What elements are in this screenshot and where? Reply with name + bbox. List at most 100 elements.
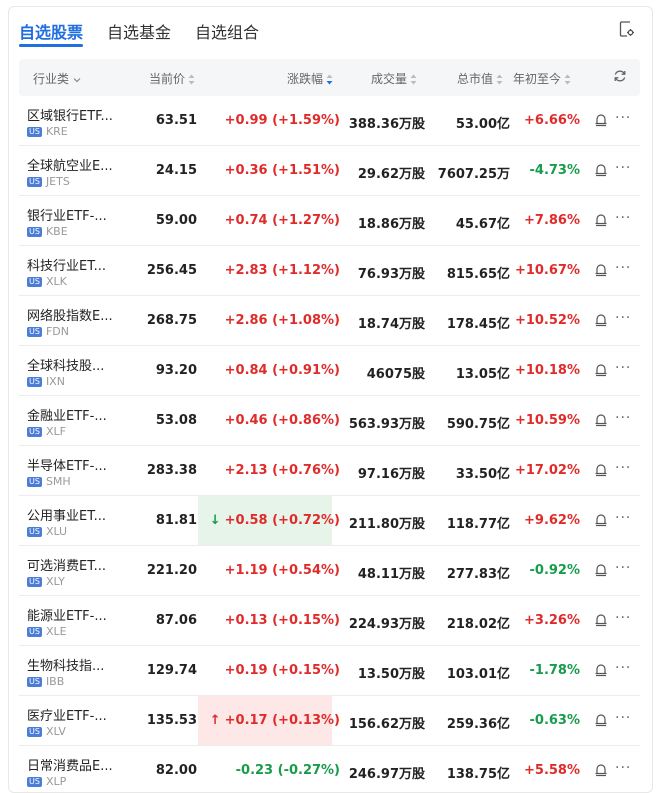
tab-funds[interactable]: 自选基金 [107,19,171,43]
sort-market-cap[interactable]: 总市值 [457,70,503,87]
stock-name[interactable]: 科技行业ET... [27,255,106,274]
stock-code-line: US XLP [27,775,66,788]
stock-code-line: US XLF [27,425,66,438]
sort-ytd[interactable]: 年初至今 [513,70,571,87]
refresh-icon[interactable] [613,69,627,86]
price-alert-icon[interactable] [593,612,609,628]
table-row[interactable]: 生物科技指... US IBB 129.74 +0.19 (+0.15%) 13.… [19,646,640,696]
price-alert-icon[interactable] [593,262,609,278]
change-cell: +0.46 (+0.86%) [225,413,340,428]
table-row[interactable]: 金融业ETF-... US XLF 53.08 +0.46 (+0.86%) 56… [19,396,640,446]
ytd-cell: +9.62% [524,513,580,528]
price-cell: 221.20 [146,563,197,578]
stock-name[interactable]: 公用事业ET... [27,505,106,524]
stock-name[interactable]: 日常消费品E... [27,755,113,774]
price-alert-icon[interactable] [593,312,609,328]
ytd-cell: +5.58% [524,763,580,778]
table-row[interactable]: 半导体ETF-... US SMH 283.38 +2.13 (+0.76%) 9… [19,446,640,496]
stock-name[interactable]: 网络股指数E... [27,305,113,324]
price-alert-icon[interactable] [593,712,609,728]
stock-code: XLV [45,725,66,738]
sort-icon [188,74,195,85]
industry-filter[interactable]: 行业类 [33,70,82,87]
change-cell: +0.84 (+0.91%) [225,363,340,378]
table-row[interactable]: 网络股指数E... US FDN 268.75 +2.86 (+1.08%) 18… [19,296,640,346]
stock-name[interactable]: 全球航空业E... [27,155,113,174]
table-row[interactable]: 医疗业ETF-... US XLV 135.53 ↑ +0.17 (+0.13%) … [19,696,640,746]
sort-icon [496,74,503,85]
more-options-icon[interactable]: ··· [615,460,633,478]
more-options-icon[interactable]: ··· [615,260,633,278]
more-options-icon[interactable]: ··· [615,510,633,528]
volume-cell: 13.50万股 [357,667,425,682]
sort-volume[interactable]: 成交量 [371,70,417,87]
price-alert-icon[interactable] [593,412,609,428]
table-row[interactable]: 区域银行ETF... US KRE 63.51 +0.99 (+1.59%) 38… [19,96,640,146]
stock-code: XLP [45,775,67,788]
change-cell: +0.99 (+1.59%) [225,113,340,128]
price-alert-icon[interactable] [593,212,609,228]
table-row[interactable]: 全球航空业E... US JETS 24.15 +0.36 (+1.51%) 29… [19,146,640,196]
tab-portfolios[interactable]: 自选组合 [195,19,259,43]
change-cell: ↓ +0.58 (+0.72%) [210,513,340,528]
edit-settings-icon[interactable] [618,20,636,38]
sort-change[interactable]: 涨跌幅 [287,70,333,87]
change-value: +0.84 (+0.91%) [224,363,340,378]
tab-stocks[interactable]: 自选股票 [19,19,83,43]
volume-cell: 18.86万股 [357,217,425,232]
stock-code: KBE [45,225,68,238]
stock-name[interactable]: 能源业ETF-... [27,605,107,624]
change-cell: +2.83 (+1.12%) [225,263,340,278]
volume-cell: 48.11万股 [357,567,425,582]
stock-name[interactable]: 可选消费ET... [27,555,106,574]
table-row[interactable]: 公用事业ET... US XLU 81.81 ↓ +0.58 (+0.72%) 21… [19,496,640,546]
price-alert-icon[interactable] [593,362,609,378]
more-options-icon[interactable]: ··· [615,710,633,728]
sort-price[interactable]: 当前价 [149,70,195,87]
price-alert-icon[interactable] [593,162,609,178]
ytd-cell: -4.73% [529,163,581,178]
stock-code: FDN [45,325,69,338]
watchlist-tabs: 自选股票 自选基金 自选组合 [9,7,652,53]
price-alert-icon[interactable] [593,512,609,528]
price-alert-icon[interactable] [593,462,609,478]
price-alert-icon[interactable] [593,562,609,578]
market-cap-cell: 218.02亿 [446,617,510,632]
more-options-icon[interactable]: ··· [615,610,633,628]
more-options-icon[interactable]: ··· [615,310,633,328]
more-options-icon[interactable]: ··· [615,660,633,678]
price-cell: 87.06 [155,613,197,628]
table-row[interactable]: 全球科技股... US IXN 93.20 +0.84 (+0.91%) 4607… [19,346,640,396]
stock-name[interactable]: 区域银行ETF... [27,105,113,124]
stock-code-line: US KBE [27,225,68,238]
price-alert-icon[interactable] [593,662,609,678]
ytd-cell: +3.26% [524,613,580,628]
more-options-icon[interactable]: ··· [615,410,633,428]
ytd-cell: -1.78% [529,663,581,678]
price-cell: 268.75 [146,313,197,328]
price-alert-icon[interactable] [593,762,609,778]
stock-code-line: US IBB [27,675,64,688]
more-options-icon[interactable]: ··· [615,360,633,378]
market-cap-cell: 33.50亿 [455,467,510,482]
table-row[interactable]: 能源业ETF-... US XLE 87.06 +0.13 (+0.15%) 22… [19,596,640,646]
more-options-icon[interactable]: ··· [615,560,633,578]
market-badge: US [27,327,42,337]
stock-name[interactable]: 银行业ETF-... [27,205,107,224]
table-row[interactable]: 科技行业ET... US XLK 256.45 +2.83 (+1.12%) 76… [19,246,640,296]
more-options-icon[interactable]: ··· [615,760,633,778]
more-options-icon[interactable]: ··· [615,160,633,178]
change-arrow-icon: ↑ [209,713,221,728]
price-alert-icon[interactable] [593,112,609,128]
more-options-icon[interactable]: ··· [615,210,633,228]
more-options-icon[interactable]: ··· [615,110,633,128]
stock-name[interactable]: 医疗业ETF-... [27,705,107,724]
table-row[interactable]: 银行业ETF-... US KBE 59.00 +0.74 (+1.27%) 18… [19,196,640,246]
stock-name[interactable]: 全球科技股... [27,355,104,374]
stock-code-line: US FDN [27,325,69,338]
table-row[interactable]: 可选消费ET... US XLY 221.20 +1.19 (+0.54%) 48… [19,546,640,596]
stock-name[interactable]: 半导体ETF-... [27,455,107,474]
stock-name[interactable]: 生物科技指... [27,655,104,674]
stock-name[interactable]: 金融业ETF-... [27,405,107,424]
table-row[interactable]: 日常消费品E... US XLP 82.00 -0.23 (-0.27%) 246… [19,746,640,792]
